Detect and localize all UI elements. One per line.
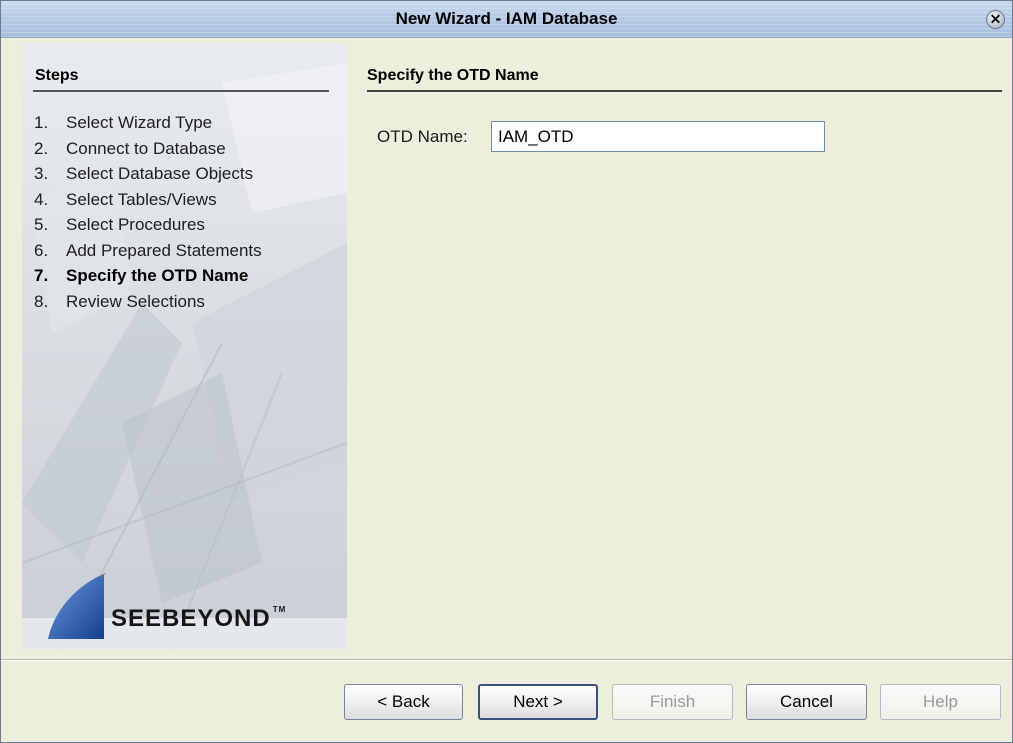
seebeyond-mark-icon (48, 573, 106, 639)
steps-divider (33, 90, 329, 92)
steps-heading: Steps (35, 67, 79, 84)
step-number: 2. (34, 138, 49, 158)
step-number: 5. (34, 215, 49, 234)
otd-name-input[interactable] (491, 121, 825, 152)
seebeyond-logo: SEEBEYOND TM (36, 571, 336, 643)
step-label: Review Selections (66, 291, 205, 311)
step-label: Select Database Objects (66, 164, 254, 183)
step-item: 6. Add Prepared Statements (34, 241, 262, 267)
step-number: 8. (34, 291, 49, 311)
title-bar[interactable]: New Wizard - IAM Database ✕ (1, 1, 1012, 38)
step-number: 3. (34, 164, 49, 183)
step-item: 2. Connect to Database (34, 139, 262, 165)
page-title: Specify the OTD Name (367, 67, 539, 84)
finish-button[interactable]: Finish (612, 684, 733, 720)
cancel-button[interactable]: Cancel (746, 684, 867, 720)
step-number: 4. (34, 189, 49, 209)
step-label: Add Prepared Statements (66, 240, 262, 260)
step-item: 3. Select Database Objects (34, 164, 262, 190)
window-title: New Wizard - IAM Database (395, 9, 618, 28)
step-number: 7. (34, 266, 49, 285)
back-button[interactable]: < Back (344, 684, 463, 720)
step-item: 4. Select Tables/Views (34, 190, 262, 216)
step-item-active: 7. Specify the OTD Name (34, 266, 262, 292)
step-number: 1. (34, 113, 49, 132)
step-number: 6. (34, 240, 49, 260)
otd-name-label: OTD Name: (377, 127, 468, 146)
step-label: Select Procedures (66, 215, 205, 234)
step-label: Connect to Database (66, 138, 226, 158)
help-button[interactable]: Help (880, 684, 1001, 720)
steps-panel: Steps 1. Select Wizard Type 2. Connect to … (22, 43, 347, 649)
step-item: 5. Select Procedures (34, 215, 262, 241)
step-label: Specify the OTD Name (66, 266, 249, 285)
next-button[interactable]: Next > (478, 684, 598, 720)
wizard-window: New Wizard - IAM Database ✕ Steps 1. Sel… (0, 0, 1013, 743)
step-item: 8. Review Selections (34, 292, 262, 318)
step-item: 1. Select Wizard Type (34, 113, 262, 139)
steps-list: 1. Select Wizard Type 2. Connect to Databa… (34, 113, 262, 317)
step-label: Select Tables/Views (66, 189, 217, 209)
close-icon[interactable]: ✕ (986, 10, 1005, 29)
button-bar-divider (1, 659, 1012, 661)
step-label: Select Wizard Type (66, 113, 213, 132)
content-divider (367, 90, 1002, 92)
seebeyond-wordmark: SEEBEYOND TM (111, 605, 287, 632)
